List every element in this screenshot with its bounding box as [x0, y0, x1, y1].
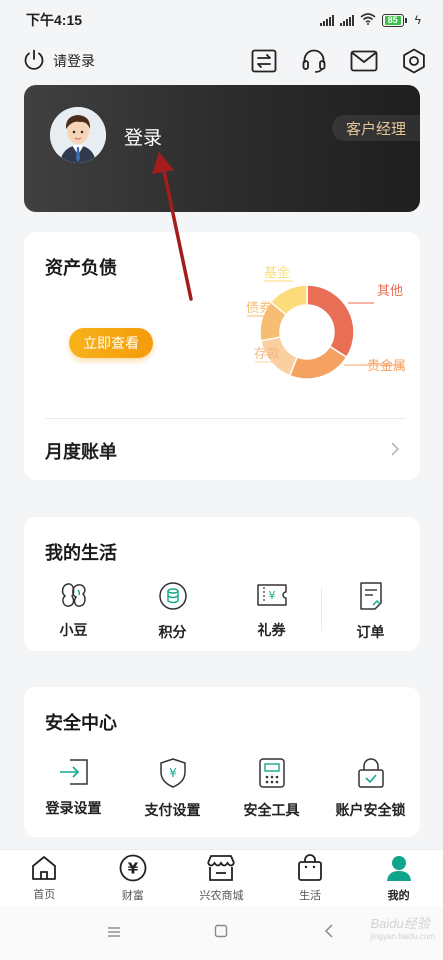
- menu-icon[interactable]: [94, 925, 134, 943]
- life-item-points[interactable]: 积分: [123, 581, 222, 642]
- order-icon: [358, 581, 384, 616]
- life-item-orders[interactable]: 订单: [321, 581, 420, 642]
- monthly-bill-row[interactable]: 月度账单: [45, 438, 400, 464]
- security-item-security-tools[interactable]: 安全工具: [222, 757, 321, 820]
- signal-icon: [319, 14, 334, 26]
- donut-slice-1: [288, 345, 348, 380]
- donut-label: 基金: [264, 265, 290, 280]
- security-item-login-settings[interactable]: 登录设置: [24, 757, 123, 820]
- profile-card[interactable]: 登录 客户经理: [24, 85, 420, 212]
- donut-label: 债券: [246, 300, 272, 315]
- svg-text:¥: ¥: [169, 766, 177, 780]
- tab-label: 财富: [121, 890, 144, 902]
- points-icon: [158, 581, 188, 616]
- view-now-button[interactable]: 立即查看: [69, 328, 153, 358]
- avatar[interactable]: [50, 107, 106, 163]
- customer-manager-button[interactable]: 客户经理: [331, 115, 420, 141]
- watermark: Baidu经验 jingyan.baidu.com: [371, 913, 435, 941]
- status-bar: 下午4:15 85 ϟ: [0, 0, 443, 40]
- security-item-label: 账户安全锁: [335, 802, 406, 818]
- status-indicators: 85 ϟ: [319, 12, 421, 28]
- battery-level: 85: [384, 15, 401, 25]
- tab-wealth[interactable]: ¥ 财富: [89, 850, 178, 907]
- chevron-right-icon: [390, 441, 400, 462]
- security-item-payment-settings[interactable]: ¥ 支付设置: [123, 757, 222, 820]
- payment-shield-icon: ¥: [159, 757, 187, 794]
- login-settings-icon: [58, 757, 90, 792]
- top-bar: 请登录: [0, 40, 443, 82]
- security-title: 安全中心: [45, 713, 117, 733]
- coupon-icon: ¥: [256, 581, 288, 614]
- power-icon: [22, 48, 46, 75]
- tab-label: 我的: [387, 890, 410, 902]
- tab-label: 生活: [299, 890, 322, 902]
- signal-icon: [339, 14, 354, 26]
- assets-card: 资产负债 立即查看 其他贵金属 存款 债券 基金 月度账单: [24, 232, 420, 480]
- assets-donut-chart: 其他贵金属 存款 债券 基金: [246, 265, 406, 380]
- tab-store[interactable]: 兴农商城: [177, 850, 266, 907]
- security-card: 安全中心 登录设置 ¥ 支付设置 安全工具 账户安全锁: [24, 687, 420, 837]
- life-item-label: 小豆: [59, 622, 88, 638]
- headset-icon[interactable]: [299, 46, 329, 76]
- lock-icon: [356, 757, 386, 794]
- home-square-icon[interactable]: [201, 924, 241, 943]
- life-card: 我的生活 小豆 积分 ¥ 礼券 订单: [24, 517, 420, 651]
- shopping-bag-icon: [297, 854, 323, 885]
- security-item-account-lock[interactable]: 账户安全锁: [321, 757, 420, 820]
- watermark-sub: jingyan.baidu.com: [370, 932, 435, 941]
- donut-label: 其他: [377, 283, 403, 298]
- wealth-icon: ¥: [119, 854, 147, 885]
- tab-mine[interactable]: 我的: [354, 850, 443, 907]
- tab-home[interactable]: 首页: [0, 850, 89, 907]
- mail-icon[interactable]: [349, 46, 379, 76]
- switch-icon[interactable]: [249, 46, 279, 76]
- wifi-icon: [360, 12, 376, 28]
- bottom-tab-bar: 首页 ¥ 财富 兴农商城 生活 我的: [0, 849, 443, 907]
- security-item-label: 安全工具: [243, 802, 300, 818]
- tab-label: 首页: [33, 889, 56, 901]
- life-item-label: 礼券: [257, 622, 286, 638]
- person-icon: [385, 854, 413, 885]
- svg-text:¥: ¥: [128, 860, 139, 878]
- life-items: 小豆 积分 ¥ 礼券 订单: [24, 581, 420, 642]
- battery-icon: 85: [381, 13, 407, 27]
- divider: [45, 418, 406, 419]
- watermark-text: Baidu经验: [370, 916, 430, 931]
- life-item-coupons[interactable]: ¥ 礼券: [222, 581, 321, 642]
- security-items: 登录设置 ¥ 支付设置 安全工具 账户安全锁: [24, 757, 420, 820]
- store-icon: [206, 854, 236, 885]
- home-icon: [30, 855, 58, 884]
- life-item-label: 订单: [356, 624, 385, 640]
- status-time: 下午4:15: [26, 12, 83, 28]
- tab-life[interactable]: 生活: [266, 850, 355, 907]
- login-prompt[interactable]: 请登录: [22, 48, 95, 75]
- donut-label: 贵金属: [367, 358, 406, 373]
- security-item-label: 登录设置: [45, 800, 102, 816]
- life-item-beans[interactable]: 小豆: [24, 581, 123, 642]
- profile-login-label[interactable]: 登录: [124, 123, 162, 150]
- security-item-label: 支付设置: [144, 802, 201, 818]
- login-prompt-label: 请登录: [53, 53, 95, 69]
- top-actions: [249, 46, 429, 76]
- charging-icon: ϟ: [414, 13, 421, 27]
- separator: [321, 587, 322, 631]
- monthly-bill-label: 月度账单: [45, 442, 117, 462]
- security-tool-icon: [258, 757, 286, 794]
- life-item-label: 积分: [158, 624, 187, 640]
- donut-label: 存款: [254, 346, 280, 361]
- assets-title: 资产负债: [45, 258, 117, 278]
- back-icon[interactable]: [309, 923, 349, 944]
- life-title: 我的生活: [45, 543, 117, 563]
- tab-label: 兴农商城: [199, 890, 244, 902]
- gear-icon[interactable]: [399, 46, 429, 76]
- bean-icon: [59, 581, 89, 614]
- svg-text:¥: ¥: [268, 589, 275, 602]
